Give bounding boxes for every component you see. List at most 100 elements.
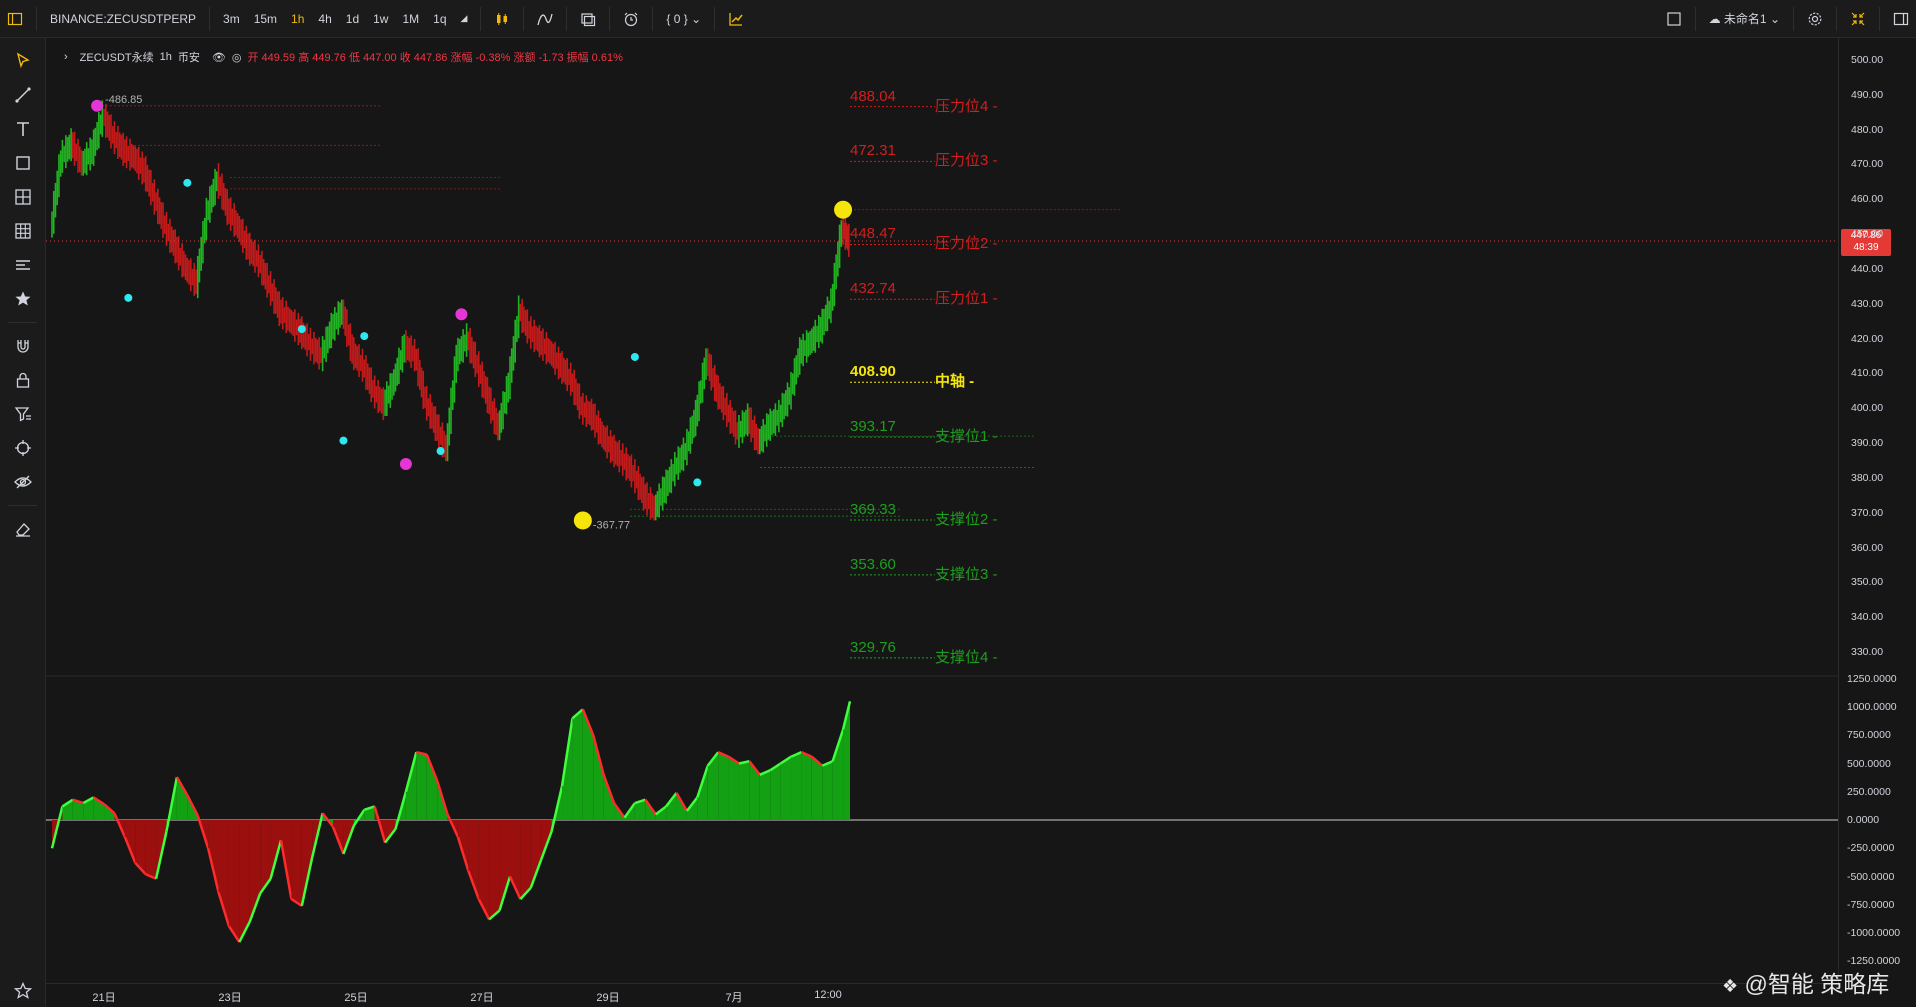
- osc-tick: 1000.0000: [1847, 701, 1897, 713]
- swing-high-label: -486.85: [105, 94, 142, 106]
- osc-area: [582, 709, 594, 820]
- layout-name-label: 未命名1: [1723, 12, 1767, 26]
- trendline-tool-icon[interactable]: [0, 78, 46, 112]
- osc-area: [572, 709, 583, 820]
- lock-icon[interactable]: [0, 363, 46, 397]
- layout-save-button[interactable]: ☁ 未命名1 ⌄: [1702, 10, 1787, 27]
- level-value: 369.33: [850, 501, 896, 519]
- time-tick: 23日: [218, 992, 242, 1004]
- crosshair-target-icon[interactable]: [0, 431, 46, 465]
- eraser-icon[interactable]: [0, 512, 46, 546]
- text-tool-icon[interactable]: [0, 112, 46, 146]
- osc-tick: -500.0000: [1847, 870, 1895, 883]
- price-axis[interactable]: 447.86 48:39 500.00 490.00 480.00 470.00 460…: [1838, 38, 1916, 983]
- price-tick: 430.00: [1851, 297, 1884, 310]
- level-name: 支撑位3 -: [935, 565, 998, 583]
- favorite-star-icon[interactable]: [0, 282, 46, 316]
- indicators-icon[interactable]: [530, 4, 560, 34]
- toolbar-divider-2: [8, 505, 37, 506]
- level-value: 408.90: [850, 363, 896, 381]
- osc-area: [770, 763, 781, 820]
- right-panel-toggle-icon[interactable]: [1886, 4, 1916, 34]
- price-tick: 460.00: [1851, 193, 1884, 206]
- filter-icon[interactable]: [0, 397, 46, 431]
- interval-1q[interactable]: 1q: [426, 12, 453, 26]
- swing-marker: [183, 178, 192, 187]
- magnet-icon[interactable]: [0, 329, 46, 363]
- level-value: 472.31: [850, 142, 896, 160]
- osc-tick: 0.0000: [1847, 814, 1880, 826]
- swing-marker: [399, 457, 412, 470]
- osc-tick: 750.0000: [1847, 729, 1891, 742]
- osc-area: [145, 820, 157, 879]
- swing-marker: [124, 293, 133, 302]
- drawing-toolbar: [0, 38, 46, 1007]
- interval-1h[interactable]: 1h: [284, 12, 311, 26]
- indicator-count-dropdown[interactable]: { 0 } ⌄: [659, 12, 708, 26]
- hide-eye-icon[interactable]: [0, 465, 46, 499]
- price-tick: 440.00: [1851, 262, 1884, 275]
- interval-dropdown-icon[interactable]: ◢: [454, 13, 475, 24]
- osc-area: [728, 756, 739, 820]
- legend-visibility-eye-icon[interactable]: 👁: [212, 51, 226, 64]
- interval-4h[interactable]: 4h: [311, 12, 338, 26]
- osc-area: [780, 756, 792, 820]
- swing-marker: [455, 308, 468, 321]
- sidebar-toggle-icon[interactable]: [0, 4, 30, 34]
- osc-area: [530, 820, 542, 888]
- price-tick: 450.00: [1851, 228, 1884, 241]
- osc-area: [718, 752, 729, 820]
- price-tick: 480.00: [1851, 123, 1884, 136]
- symbol-search-button[interactable]: BINANCE:ZECUSDTPERP: [43, 12, 203, 26]
- price-tick: 500.00: [1851, 54, 1884, 66]
- osc-area: [228, 820, 240, 943]
- alert-clock-icon[interactable]: [616, 4, 646, 34]
- price-tick: 420.00: [1851, 332, 1884, 345]
- trade-chart-icon[interactable]: [721, 4, 751, 34]
- osc-area: [811, 756, 823, 820]
- pattern-tool-icon[interactable]: [0, 180, 46, 214]
- price-series: [51, 100, 850, 521]
- legend-symbol: ZECUSDT永续: [79, 52, 154, 64]
- swing-low-label: -367.77: [593, 519, 630, 531]
- swing-markers: -486.85 -367.77: [91, 94, 853, 531]
- rectangle-tool-icon[interactable]: [0, 146, 46, 180]
- legend-interval: 1h: [159, 51, 172, 63]
- interval-1M[interactable]: 1M: [395, 12, 426, 26]
- level-value: 432.74: [850, 280, 896, 298]
- settings-gear-icon[interactable]: [1800, 4, 1830, 34]
- interval-3m[interactable]: 3m: [216, 12, 247, 26]
- osc-tick: 250.0000: [1847, 785, 1891, 798]
- candle-style-icon[interactable]: [487, 4, 517, 34]
- price-tick: 470.00: [1851, 158, 1884, 171]
- price-tick: 380.00: [1851, 471, 1884, 484]
- collapse-arrows-icon[interactable]: [1843, 4, 1873, 34]
- osc-area: [291, 820, 302, 906]
- interval-1d[interactable]: 1d: [339, 12, 366, 26]
- osc-area: [801, 752, 812, 820]
- interval-15m[interactable]: 15m: [247, 12, 284, 26]
- osc-area: [822, 761, 833, 820]
- series-legend: › ZECUSDT永续 1h 币安 👁 ◎ 开 449.59 高 449.76 …: [64, 49, 623, 65]
- time-axis[interactable]: 21日 23日 25日 27日 29日 7月 12:00: [46, 983, 1838, 1007]
- swing-marker: [630, 352, 639, 361]
- osc-area: [759, 770, 771, 820]
- cursor-tool-icon[interactable]: [0, 44, 46, 78]
- templates-icon[interactable]: [573, 4, 603, 34]
- level-value: 353.60: [850, 555, 896, 573]
- price-tick: 340.00: [1851, 611, 1884, 624]
- watchlist-star-icon[interactable]: [0, 974, 46, 1007]
- bar-countdown: 48:39: [1853, 241, 1879, 253]
- level-name: 压力位2 -: [935, 235, 998, 253]
- swing-marker: [297, 325, 306, 334]
- interval-1w[interactable]: 1w: [366, 12, 395, 26]
- osc-area: [489, 820, 500, 920]
- price-tick: 360.00: [1851, 541, 1884, 554]
- time-tick: 21日: [92, 992, 116, 1004]
- time-tick: 29日: [596, 992, 620, 1004]
- fib-tool-icon[interactable]: [0, 248, 46, 282]
- grid-tool-icon[interactable]: [0, 214, 46, 248]
- fullscreen-square-icon[interactable]: [1659, 4, 1689, 34]
- legend-expand-icon[interactable]: ›: [64, 51, 68, 63]
- legend-settings-icon[interactable]: ◎: [232, 51, 242, 64]
